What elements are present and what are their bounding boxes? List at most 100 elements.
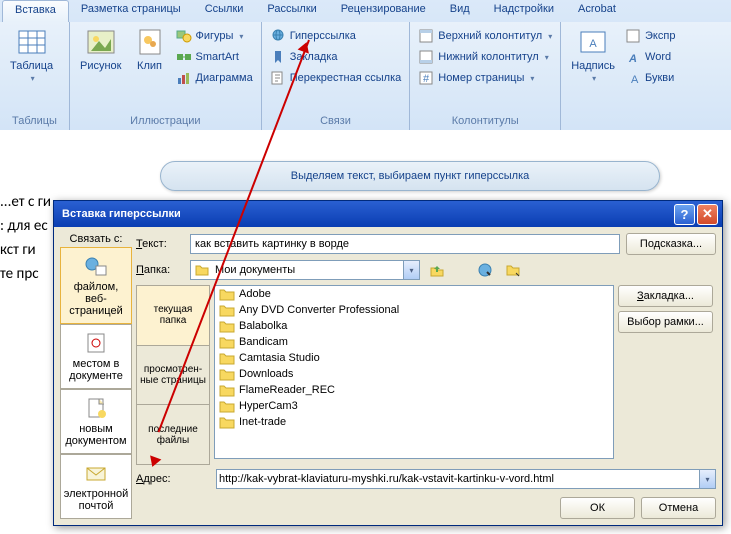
group-illustrations: Рисунок Клип Фигуры SmartArt: [70, 22, 262, 130]
svg-text:A: A: [589, 38, 597, 50]
chart-button[interactable]: Диаграмма: [172, 68, 257, 88]
textbox-button[interactable]: A Надпись: [565, 24, 621, 85]
link-to-newdoc[interactable]: новым документом: [60, 389, 132, 454]
svg-text:#: #: [423, 73, 430, 85]
folder-combo[interactable]: ▾: [190, 260, 420, 280]
file-item[interactable]: FlameReader_REC: [215, 382, 613, 398]
file-item[interactable]: Bandicam: [215, 334, 613, 350]
file-item[interactable]: Adobe: [215, 286, 613, 302]
file-item[interactable]: Downloads: [215, 366, 613, 382]
wordart-button[interactable]: AWord: [621, 47, 679, 67]
browse-web-button[interactable]: [474, 259, 496, 281]
folder-icon: [219, 287, 235, 301]
file-list[interactable]: Adobe Any DVD Converter Professional Bal…: [214, 285, 614, 459]
address-combo[interactable]: ▾: [216, 469, 716, 489]
dialog-titlebar[interactable]: Вставка гиперссылки ? ✕: [54, 201, 722, 227]
pagenum-button[interactable]: # Номер страницы: [414, 68, 556, 88]
wordart-icon: A: [625, 49, 641, 65]
textbox-icon: A: [577, 26, 609, 58]
ribbon: Вставка Разметка страницы Ссылки Рассылк…: [0, 0, 731, 130]
hyperlink-button[interactable]: Гиперссылка: [266, 26, 406, 46]
bookmark-icon: [270, 49, 286, 65]
tab-mailings[interactable]: Рассылки: [255, 0, 328, 22]
ok-button[interactable]: ОК: [560, 497, 635, 519]
dialog-help-button[interactable]: ?: [674, 204, 695, 225]
email-icon: [82, 461, 110, 485]
link-to-email[interactable]: электронной почтой: [60, 454, 132, 519]
bookmark-button[interactable]: Закладка: [266, 47, 406, 67]
dialog-title: Вставка гиперссылки: [62, 208, 181, 220]
header-icon: [418, 28, 434, 44]
tab-acrobat[interactable]: Acrobat: [566, 0, 628, 22]
place-icon: [82, 331, 110, 355]
frame-select-button[interactable]: Выбор рамки...: [618, 311, 713, 333]
smartart-button[interactable]: SmartArt: [172, 47, 257, 67]
shapes-button[interactable]: Фигуры: [172, 26, 257, 46]
link-to-place[interactable]: местом в документе: [60, 324, 132, 389]
screentip-button[interactable]: Подсказка...: [626, 233, 716, 255]
svg-text:A: A: [628, 53, 637, 65]
address-label: Адрес:: [136, 473, 184, 485]
picture-icon: [85, 26, 117, 58]
header-button[interactable]: Верхний колонтитул: [414, 26, 556, 46]
dialog-close-button[interactable]: ✕: [697, 204, 718, 225]
text-label: Текст:: [136, 238, 184, 250]
dropcap-icon: A: [625, 70, 641, 86]
folder-icon: [219, 319, 235, 333]
dialog-main: Текст: Подсказка... Папка: ▾ текущая пап…: [136, 233, 716, 519]
address-input[interactable]: [217, 471, 699, 487]
picture-button[interactable]: Рисунок: [74, 24, 128, 74]
express-button[interactable]: Экспр: [621, 26, 679, 46]
hyperlink-dialog: Вставка гиперссылки ? ✕ Связать с: файло…: [53, 200, 723, 526]
file-item[interactable]: Camtasia Studio: [215, 350, 613, 366]
view-recent[interactable]: последние файлы: [137, 405, 209, 464]
footer-button[interactable]: Нижний колонтитул: [414, 47, 556, 67]
svg-text:A: A: [631, 74, 639, 86]
table-icon: [16, 26, 48, 58]
link-to-label: Связать с:: [60, 233, 132, 245]
address-arrow[interactable]: ▾: [699, 470, 715, 488]
file-item[interactable]: Inet-trade: [215, 414, 613, 430]
smartart-icon: [176, 49, 192, 65]
group-headerfooter: Верхний колонтитул Нижний колонтитул # Н…: [410, 22, 561, 130]
dropcap-button[interactable]: AБукви: [621, 68, 679, 88]
clip-icon: [134, 26, 166, 58]
tab-references[interactable]: Ссылки: [193, 0, 256, 22]
group-tables: Таблица Таблицы: [0, 22, 70, 130]
pagenum-icon: #: [418, 70, 434, 86]
file-item[interactable]: HyperCam3: [215, 398, 613, 414]
chart-icon: [176, 70, 192, 86]
bookmark-side-button[interactable]: Закладка...: [618, 285, 713, 307]
cancel-button[interactable]: Отмена: [641, 497, 716, 519]
tab-pagelayout[interactable]: Разметка страницы: [69, 0, 193, 22]
clip-button[interactable]: Клип: [128, 24, 172, 74]
table-label: Таблица: [10, 60, 53, 72]
tab-review[interactable]: Рецензирование: [329, 0, 438, 22]
text-input[interactable]: [190, 234, 620, 254]
callout-select-text: Выделяем текст, выбираем пункт гиперссыл…: [160, 161, 660, 191]
folder-icon: [219, 303, 235, 317]
file-item[interactable]: Any DVD Converter Professional: [215, 302, 613, 318]
view-current[interactable]: текущая папка: [137, 286, 209, 346]
folder-icon: [219, 383, 235, 397]
folder-arrow[interactable]: ▾: [403, 261, 419, 279]
link-to-file[interactable]: файлом, веб-страницей: [60, 247, 132, 324]
view-tabs: текущая папка просмотрен-ные страницы по…: [136, 285, 210, 465]
table-button[interactable]: Таблица: [4, 24, 59, 85]
link-to-panel: Связать с: файлом, веб-страницей местом …: [60, 233, 132, 519]
file-item[interactable]: Balabolka: [215, 318, 613, 334]
folder-icon: [219, 367, 235, 381]
tab-insert[interactable]: Вставка: [2, 0, 69, 22]
folder-icon: [194, 262, 210, 278]
folder-icon: [219, 399, 235, 413]
folder-label: Папка:: [136, 264, 184, 276]
quickparts-icon: [625, 28, 641, 44]
up-button[interactable]: [426, 259, 448, 281]
shapes-icon: [176, 28, 192, 44]
group-links: Гиперссылка Закладка Перекрестная ссылка…: [262, 22, 411, 130]
tab-addins[interactable]: Надстройки: [482, 0, 566, 22]
crossref-button[interactable]: Перекрестная ссылка: [266, 68, 406, 88]
tab-view[interactable]: Вид: [438, 0, 482, 22]
footer-icon: [418, 49, 434, 65]
browse-file-button[interactable]: [502, 259, 524, 281]
